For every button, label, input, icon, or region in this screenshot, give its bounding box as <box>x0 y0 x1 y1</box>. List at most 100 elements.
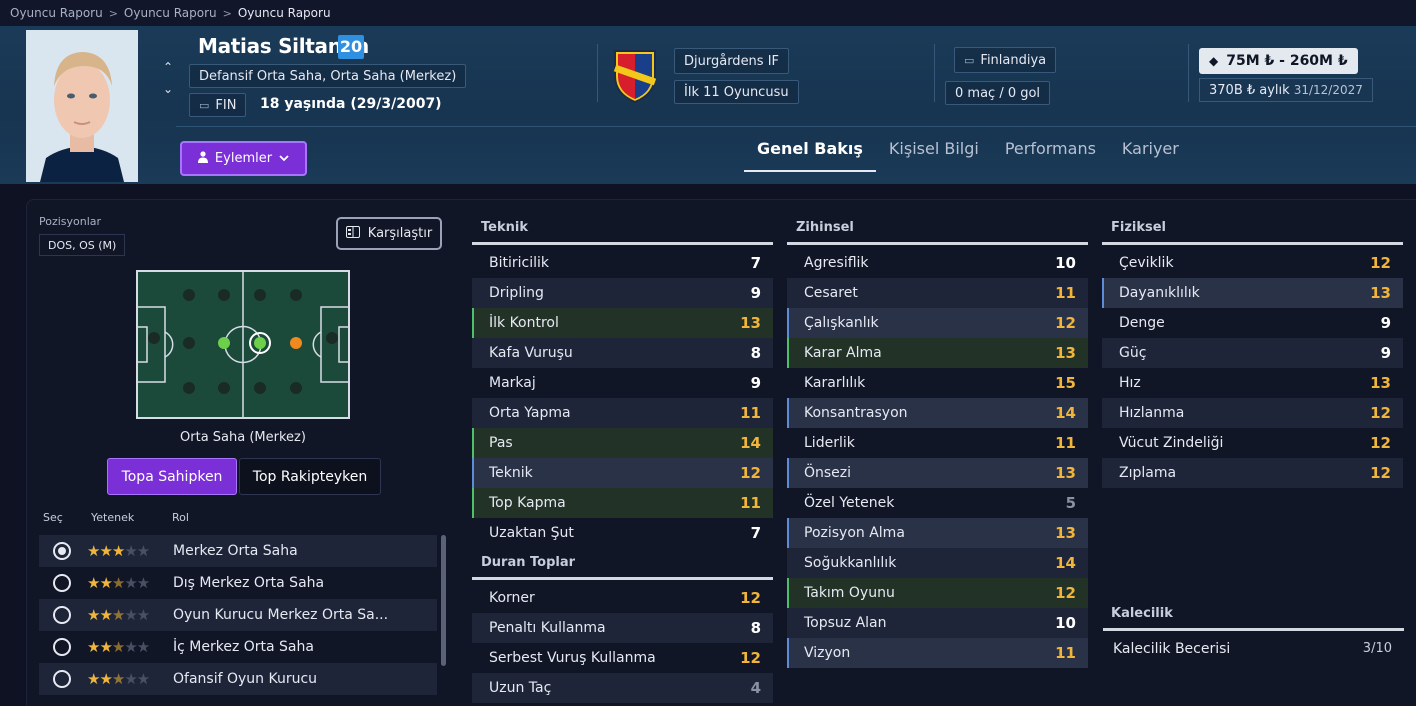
attr-value: 11 <box>740 404 761 422</box>
attribute-row[interactable]: Vizyon 11 <box>787 638 1088 668</box>
attr-name: Hızlanma <box>1119 405 1185 421</box>
attribute-row[interactable]: Çeviklik 12 <box>1102 248 1403 278</box>
role-row[interactable]: ★★★★★ Merkez Orta Saha <box>39 535 437 567</box>
attr-value: 13 <box>1055 344 1076 362</box>
attr-name: İlk Kontrol <box>489 315 559 331</box>
club-chip[interactable]: Djurgårdens IF <box>674 48 790 74</box>
compare-button[interactable]: Karşılaştır <box>336 217 442 250</box>
attribute-row[interactable]: Hız 13 <box>1102 368 1403 398</box>
attribute-row[interactable]: Topsuz Alan 10 <box>787 608 1088 638</box>
attribute-row[interactable]: Top Kapma 11 <box>472 488 773 518</box>
attribute-row[interactable]: Denge 9 <box>1102 308 1403 338</box>
positions-text: Defansif Orta Saha, Orta Saha (Merkez) <box>199 68 457 84</box>
role-radio[interactable] <box>53 606 71 624</box>
tab-career[interactable]: Kariyer <box>1109 138 1192 172</box>
out-of-possession-toggle[interactable]: Top Rakipteyken <box>239 458 381 495</box>
attribute-row[interactable]: Dayanıklılık 13 <box>1102 278 1403 308</box>
attribute-row[interactable]: Dripling 9 <box>472 278 773 308</box>
nation-chip[interactable]: ▭ Finlandiya <box>954 47 1057 73</box>
breadcrumb-item[interactable]: Oyuncu Raporu <box>124 6 217 20</box>
attr-value: 4 <box>750 679 761 697</box>
attr-name: Karar Alma <box>804 345 882 361</box>
player-avatar <box>26 30 138 182</box>
attribute-row[interactable]: Takım Oyunu 12 <box>787 578 1088 608</box>
attribute-row[interactable]: Zıplama 12 <box>1102 458 1403 488</box>
transfer-value: 75M ₺ - 260M ₺ <box>1226 53 1348 69</box>
shirt-number-badge: 20 <box>338 35 364 59</box>
attribute-row[interactable]: Konsantrasyon 14 <box>787 398 1088 428</box>
role-radio[interactable] <box>53 574 71 592</box>
attribute-row[interactable]: Liderlik 11 <box>787 428 1088 458</box>
attribute-row[interactable]: Serbest Vuruş Kullanma 12 <box>472 643 773 673</box>
category-underline <box>472 242 773 245</box>
attr-name: Uzun Taç <box>489 680 552 696</box>
attr-name: Özel Yetenek <box>804 495 895 511</box>
attribute-row[interactable]: İlk Kontrol 13 <box>472 308 773 338</box>
role-row[interactable]: ★★★★★ Dış Merkez Orta Saha <box>39 567 437 599</box>
attr-value: 14 <box>1055 404 1076 422</box>
attribute-row[interactable]: Uzun Taç 4 <box>472 673 773 703</box>
role-radio[interactable] <box>53 670 71 688</box>
role-radio[interactable] <box>53 542 71 560</box>
attribute-row[interactable]: Karar Alma 13 <box>787 338 1088 368</box>
attribute-row[interactable]: Pozisyon Alma 13 <box>787 518 1088 548</box>
role-name: Merkez Orta Saha <box>173 543 298 559</box>
attribute-row[interactable]: Bitiricilik 7 <box>472 248 773 278</box>
attribute-row[interactable]: Kafa Vuruşu 8 <box>472 338 773 368</box>
attribute-row[interactable]: Kararlılık 15 <box>787 368 1088 398</box>
goalkeeping-row[interactable]: Kalecilik Becerisi 3/10 <box>1103 634 1404 663</box>
club-name: Djurgårdens IF <box>684 53 780 69</box>
attribute-row[interactable]: Çalışkanlık 12 <box>787 308 1088 338</box>
role-radio[interactable] <box>53 638 71 656</box>
tab-personal-info[interactable]: Kişisel Bilgi <box>876 138 992 172</box>
attr-name: Penaltı Kullanma <box>489 620 606 636</box>
attr-value: 13 <box>740 314 761 332</box>
nationality-chip[interactable]: ▭ FIN <box>189 93 247 117</box>
tab-performance[interactable]: Performans <box>992 138 1109 172</box>
chevron-down-icon[interactable]: ⌄ <box>160 78 176 100</box>
role-list-scrollbar[interactable] <box>441 535 446 666</box>
attribute-row[interactable]: Hızlanma 12 <box>1102 398 1403 428</box>
positions-panel: Pozisyonlar DOS, OS (M) Karşılaştır Orta… <box>27 200 457 706</box>
attribute-row[interactable]: Orta Yapma 11 <box>472 398 773 428</box>
role-row[interactable]: ★★★★★ Oyun Kurucu Merkez Orta Sa... <box>39 599 437 631</box>
attribute-row[interactable]: Korner 12 <box>472 583 773 613</box>
role-header: Rol <box>172 511 189 524</box>
attr-name: Dayanıklılık <box>1119 285 1200 301</box>
position-pitch <box>136 270 350 419</box>
role-list: ★★★★★ Merkez Orta Saha ★★★★★ Dış Merkez … <box>39 535 437 695</box>
attribute-row[interactable]: Güç 9 <box>1102 338 1403 368</box>
attribute-row[interactable]: Uzaktan Şut 7 <box>472 518 773 548</box>
attr-name: Agresiflik <box>804 255 869 271</box>
role-row[interactable]: ★★★★★ İç Merkez Orta Saha <box>39 631 437 663</box>
compare-icon <box>345 225 360 242</box>
attribute-row[interactable]: Teknik 12 <box>472 458 773 488</box>
attr-value: 5 <box>1065 494 1076 512</box>
attribute-row[interactable]: Soğukkanlılık 14 <box>787 548 1088 578</box>
tab-overview[interactable]: Genel Bakış <box>744 138 876 172</box>
attribute-row[interactable]: Cesaret 11 <box>787 278 1088 308</box>
attribute-row[interactable]: Pas 14 <box>472 428 773 458</box>
category-title: Duran Toplar <box>481 555 576 570</box>
profile-tabs: Genel Bakış Kişisel Bilgi Performans Kar… <box>744 138 1192 172</box>
attr-name: Çalışkanlık <box>804 315 879 331</box>
contract-end: 31/12/2027 <box>1293 83 1363 97</box>
actions-button[interactable]: Eylemler <box>180 141 307 176</box>
category-title: Kalecilik <box>1111 606 1173 621</box>
attribute-row[interactable]: Agresiflik 10 <box>787 248 1088 278</box>
attribute-row[interactable]: Önsezi 13 <box>787 458 1088 488</box>
role-name: Ofansif Oyun Kurucu <box>173 671 318 687</box>
in-possession-toggle[interactable]: Topa Sahipken <box>107 458 237 495</box>
attribute-row[interactable]: Vücut Zindeliği 12 <box>1102 428 1403 458</box>
attribute-row[interactable]: Markaj 9 <box>472 368 773 398</box>
attribute-row[interactable]: Özel Yetenek 5 <box>787 488 1088 518</box>
role-name: Oyun Kurucu Merkez Orta Sa... <box>173 607 389 623</box>
chevron-up-icon[interactable]: ⌃ <box>160 56 176 78</box>
attribute-row[interactable]: Penaltı Kullanma 8 <box>472 613 773 643</box>
attr-value: 12 <box>1370 254 1391 272</box>
positions-short: DOS, OS (M) <box>39 234 126 256</box>
role-row[interactable]: ★★★★★ Ofansif Oyun Kurucu <box>39 663 437 695</box>
attr-name: Önsezi <box>804 465 852 481</box>
nation-name: Finlandiya <box>980 52 1047 68</box>
breadcrumb-item[interactable]: Oyuncu Raporu <box>10 6 103 20</box>
